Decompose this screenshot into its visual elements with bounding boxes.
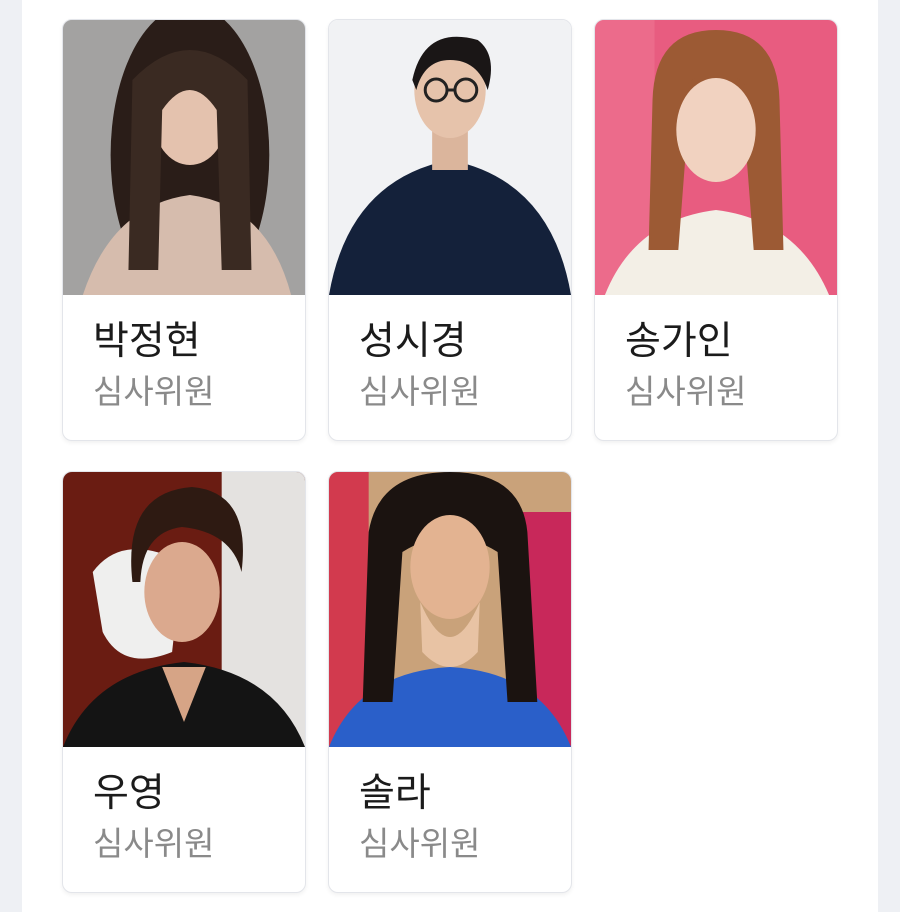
judge-name: 송가인 [625, 319, 733, 364]
judge-info-4: 우영 심사위원 [63, 747, 305, 867]
judge-name: 박정현 [93, 319, 201, 364]
judge-info-1: 박정현 심사위원 [63, 295, 305, 415]
judges-panel: 박정현 심사위원 성시경 심사위원 송가인 심사위원 우영 심사위원 솔라 심사… [22, 0, 878, 912]
judge-card-4[interactable]: 우영 심사위원 [62, 471, 306, 893]
judge-photo-5 [329, 472, 571, 747]
judge-photo-2 [329, 20, 571, 295]
judge-role: 심사위원 [93, 824, 215, 863]
judge-name: 솔라 [359, 771, 431, 816]
judge-photo-1 [63, 20, 305, 295]
judge-photo-3 [595, 20, 837, 295]
judge-role: 심사위원 [359, 372, 481, 411]
judge-role: 심사위원 [625, 372, 747, 411]
judge-name: 우영 [93, 771, 165, 816]
judge-role: 심사위원 [93, 372, 215, 411]
judge-name: 성시경 [359, 319, 467, 364]
judge-info-5: 솔라 심사위원 [329, 747, 571, 867]
judge-role: 심사위원 [359, 824, 481, 863]
judge-card-3[interactable]: 송가인 심사위원 [594, 19, 838, 441]
judge-photo-4 [63, 472, 305, 747]
judge-card-1[interactable]: 박정현 심사위원 [62, 19, 306, 441]
judge-card-2[interactable]: 성시경 심사위원 [328, 19, 572, 441]
judge-info-2: 성시경 심사위원 [329, 295, 571, 415]
judges-grid: 박정현 심사위원 성시경 심사위원 송가인 심사위원 우영 심사위원 솔라 심사… [62, 19, 838, 893]
judge-info-3: 송가인 심사위원 [595, 295, 837, 415]
judge-card-5[interactable]: 솔라 심사위원 [328, 471, 572, 893]
